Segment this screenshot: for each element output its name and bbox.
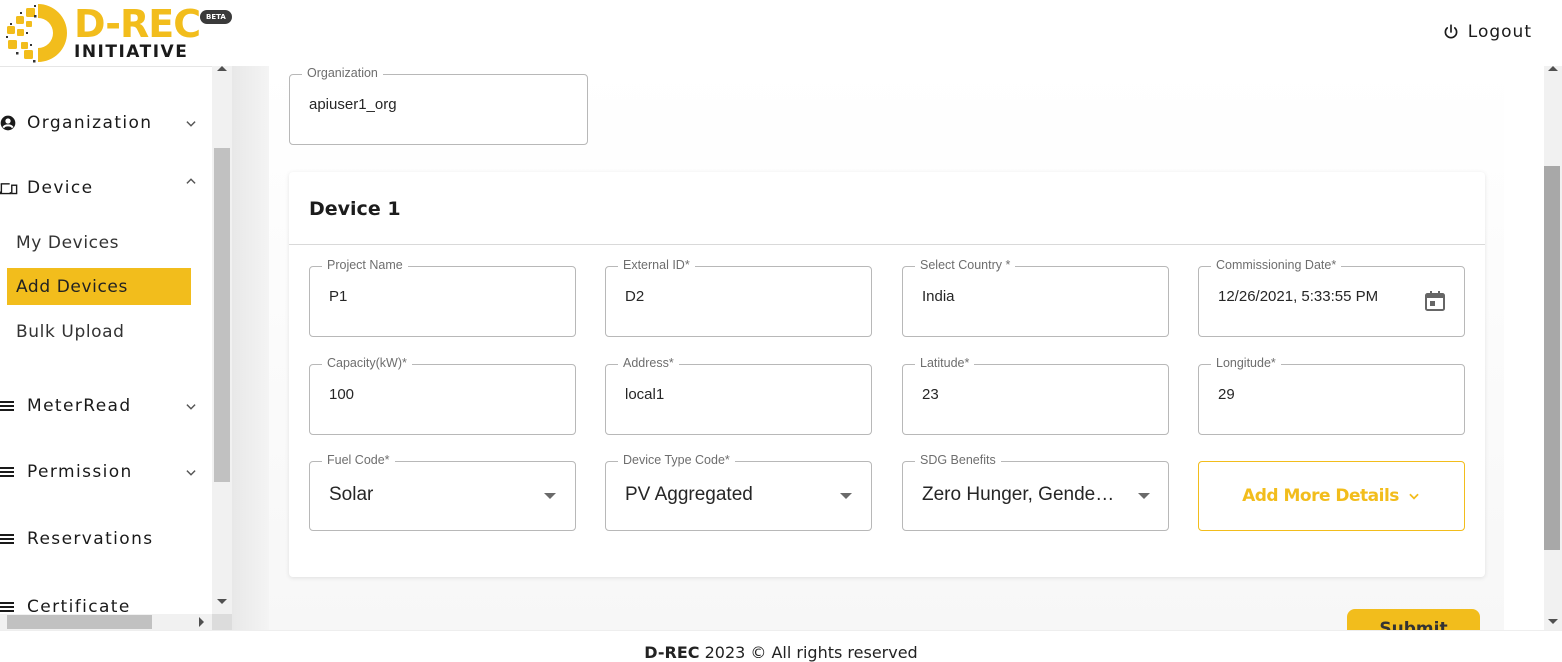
capacity-value: 100 (329, 386, 355, 403)
capacity-label: Capacity(kW)* (322, 356, 412, 370)
device-type-code-value: PV Aggregated (625, 484, 753, 505)
scroll-up-arrow-icon[interactable] (1548, 66, 1558, 71)
menu-icon (0, 533, 22, 545)
sdg-benefits-value: Zero Hunger, Gende… (922, 484, 1115, 505)
menu-icon (0, 400, 22, 412)
logo-mark-icon (6, 4, 67, 63)
chevron-down-icon (1409, 493, 1419, 500)
chevron-up-icon (186, 178, 196, 184)
address-value: local1 (625, 386, 665, 403)
sidebar-item-certificate[interactable]: Certificate (0, 597, 212, 614)
device-type-code-label: Device Type Code* (618, 453, 735, 467)
dropdown-arrow-icon (840, 493, 852, 499)
sidebar-item-label: Organization (27, 113, 153, 133)
add-more-details-button[interactable]: Add More Details (1198, 461, 1465, 531)
capacity-input[interactable]: Capacity(kW)* 100 (309, 356, 576, 435)
scrollbar-corner (212, 614, 232, 630)
country-value: India (922, 288, 955, 305)
fuel-code-label: Fuel Code* (322, 453, 395, 467)
country-select[interactable]: Select Country * India (902, 258, 1169, 337)
sdg-benefits-label: SDG Benefits (915, 453, 1001, 467)
brand-title: D-REC (74, 2, 201, 46)
external-id-value: D2 (625, 288, 645, 305)
brand-subtitle: INITIATIVE (74, 42, 189, 62)
fuel-code-select[interactable]: Fuel Code* Solar (309, 453, 576, 531)
app-header: D-REC INITIATIVE BETA Logout (0, 0, 1562, 66)
sidebar: Organization Device My Devices Add Devic… (0, 66, 212, 614)
longitude-label: Longitude* (1211, 356, 1281, 370)
sidebar-item-label: Permission (27, 462, 133, 482)
footer: D-REC 2023 © All rights reserved (0, 630, 1562, 662)
external-id-label: External ID* (618, 258, 695, 272)
sidebar-subitem-label: My Devices (16, 232, 120, 253)
chevron-down-icon (186, 121, 196, 127)
fuel-code-value: Solar (329, 484, 374, 505)
sdg-benefits-select[interactable]: SDG Benefits Zero Hunger, Gende… (902, 453, 1169, 531)
scroll-down-arrow-icon[interactable] (217, 599, 227, 604)
divider (289, 244, 1485, 245)
country-label: Select Country * (915, 258, 1016, 272)
scroll-up-arrow-icon[interactable] (217, 66, 227, 71)
commissioning-date-input[interactable]: Commissioning Date* 12/26/2021, 5:33:55 … (1198, 258, 1465, 337)
chevron-down-icon (186, 404, 196, 410)
devices-icon (0, 181, 22, 195)
sidebar-subitem-my-devices[interactable]: My Devices (7, 224, 191, 261)
commissioning-date-label: Commissioning Date* (1211, 258, 1342, 272)
sidebar-vertical-scroll-thumb[interactable] (214, 148, 230, 482)
logout-button[interactable]: Logout (1442, 22, 1532, 42)
add-more-details-label: Add More Details (1242, 486, 1399, 506)
organization-value: apiuser1_org (309, 96, 397, 113)
beta-badge: BETA (200, 10, 232, 24)
sidebar-subitem-label: Add Devices (16, 276, 128, 297)
sidebar-item-label: Reservations (27, 529, 154, 549)
menu-icon (0, 466, 22, 478)
account-circle-icon (0, 115, 22, 131)
calendar-icon[interactable] (1423, 289, 1447, 313)
footer-brand: D-REC (644, 643, 700, 662)
main-vertical-scroll-thumb[interactable] (1544, 166, 1560, 550)
latitude-value: 23 (922, 386, 939, 403)
footer-copyright: D-REC 2023 © All rights reserved (0, 643, 1562, 662)
menu-icon (0, 601, 22, 613)
sidebar-item-label: Device (27, 178, 94, 198)
longitude-value: 29 (1218, 386, 1235, 403)
sidebar-subitem-label: Bulk Upload (16, 321, 125, 342)
sidebar-horizontal-scroll-thumb[interactable] (7, 615, 152, 629)
organization-label: Organization (302, 66, 383, 80)
sidebar-subitem-bulk-upload[interactable]: Bulk Upload (7, 313, 191, 350)
sidebar-item-label: Certificate (27, 597, 131, 614)
chevron-down-icon (186, 470, 196, 476)
dropdown-arrow-icon (1138, 493, 1150, 499)
latitude-label: Latitude* (915, 356, 975, 370)
footer-text: 2023 © All rights reserved (699, 643, 918, 662)
device-type-code-select[interactable]: Device Type Code* PV Aggregated (605, 453, 872, 531)
sidebar-item-label: MeterRead (27, 396, 132, 416)
scroll-down-arrow-icon[interactable] (1548, 619, 1558, 624)
sidebar-item-organization[interactable]: Organization (0, 113, 212, 133)
address-label: Address* (618, 356, 679, 370)
sidebar-item-meterread[interactable]: MeterRead (0, 396, 212, 416)
brand-logo[interactable]: D-REC INITIATIVE BETA (4, 2, 244, 64)
sidebar-item-reservations[interactable]: Reservations (0, 529, 212, 549)
external-id-input[interactable]: External ID* D2 (605, 258, 872, 337)
longitude-input[interactable]: Longitude* 29 (1198, 356, 1465, 435)
logout-label: Logout (1467, 22, 1532, 42)
project-name-value: P1 (329, 288, 348, 305)
scroll-right-arrow-icon[interactable] (199, 617, 204, 627)
power-icon (1444, 24, 1458, 39)
dropdown-arrow-icon (544, 493, 556, 499)
organization-field[interactable]: Organization apiuser1_org (289, 66, 588, 145)
project-name-input[interactable]: Project Name P1 (309, 258, 576, 337)
sidebar-item-device[interactable]: Device (0, 178, 212, 198)
sidebar-item-permission[interactable]: Permission (0, 462, 212, 482)
project-name-label: Project Name (322, 258, 408, 272)
address-input[interactable]: Address* local1 (605, 356, 872, 435)
sidebar-subitem-add-devices[interactable]: Add Devices (7, 268, 191, 305)
commissioning-date-value: 12/26/2021, 5:33:55 PM (1218, 288, 1379, 305)
latitude-input[interactable]: Latitude* 23 (902, 356, 1169, 435)
device-card-title: Device 1 (309, 198, 401, 220)
